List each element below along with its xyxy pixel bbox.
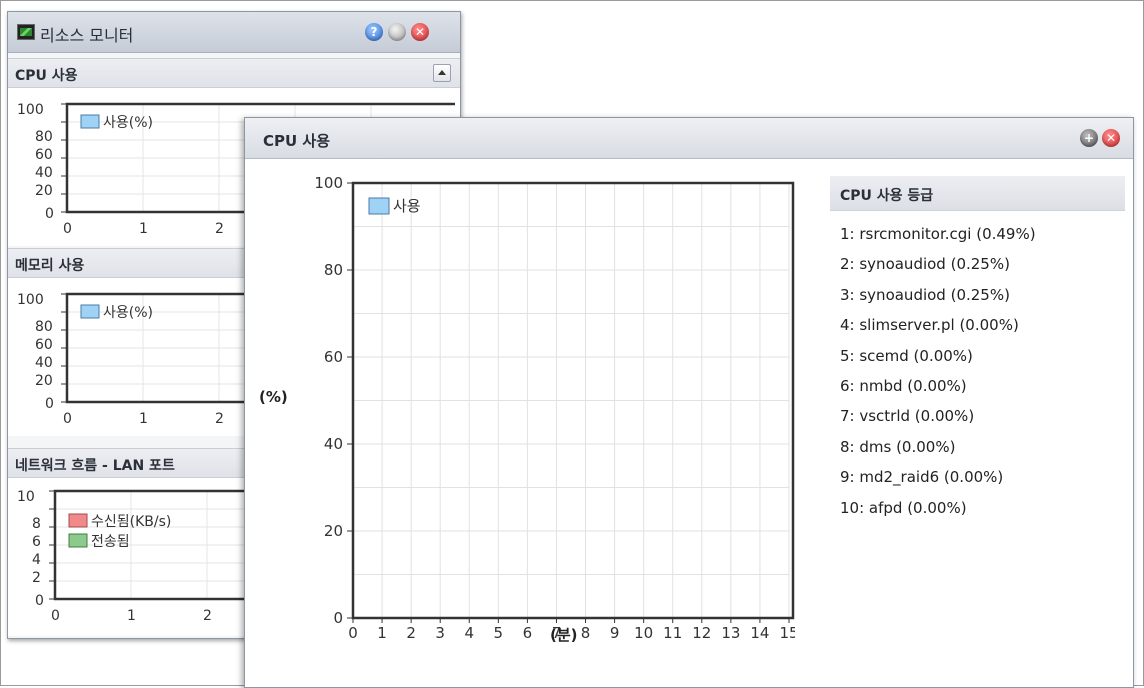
x-tick-label: 14 <box>750 624 769 638</box>
list-item: 4: slimserver.pl (0.00%) <box>840 316 1019 335</box>
x-tick-label: 15 <box>779 624 795 638</box>
memory-section-title: 메모리 사용 <box>15 258 85 274</box>
x-tick-label: 8 <box>581 624 591 638</box>
y-tick: 4 <box>32 552 41 568</box>
legend-label-usage: 사용(%) <box>103 115 153 131</box>
cpu-usage-chart: 100 80 60 40 20 0 0 1 2 3 4 5 6 7 8 9 10 11 12 13 14 15 사용 <box>314 168 798 642</box>
x-tick-label: 1 <box>377 624 387 638</box>
legend-label-usage: 사용 <box>393 197 421 215</box>
list-item: 8: dms (0.00%) <box>840 437 956 456</box>
x-tick: 2 <box>203 608 212 624</box>
y-axis-label: (%) <box>259 388 288 406</box>
plus-icon[interactable]: + <box>1080 129 1098 147</box>
x-axis-label: (분) <box>550 626 578 644</box>
y-tick: 0 <box>45 396 54 412</box>
close-icon[interactable]: ✕ <box>1102 129 1120 147</box>
legend-swatch-usage <box>80 304 100 319</box>
x-tick-label: 12 <box>692 624 711 638</box>
list-item: 9: md2_raid6 (0.00%) <box>840 468 1004 487</box>
window-title: 리소스 모니터 <box>40 26 134 45</box>
y-tick-label: 40 <box>324 435 343 453</box>
x-tick-label: 0 <box>348 624 358 638</box>
cpu-usage-window: CPU 사용 + ✕ (%) 100 80 60 40 20 0 0 1 2 3 4 5 6 7 8 9 10 1… <box>244 117 1134 688</box>
y-tick: 0 <box>45 206 54 222</box>
cpu-ranking-panel: CPU 사용 등급 1: rsrcmonitor.cgi (0.49%) 2: … <box>830 176 1125 523</box>
legend-label-rx: 수신됨(KB/s) <box>91 514 171 530</box>
x-tick: 2 <box>215 411 224 427</box>
y-tick: 100 <box>17 102 44 118</box>
y-tick: 2 <box>32 570 41 586</box>
x-tick: 1 <box>139 221 148 237</box>
y-tick: 80 <box>35 129 53 145</box>
ranking-list: 1: rsrcmonitor.cgi (0.49%) 2: synoaudiod… <box>830 211 1125 523</box>
x-tick: 0 <box>63 221 72 237</box>
collapse-icon[interactable] <box>433 64 451 82</box>
ranking-header: CPU 사용 등급 <box>830 176 1125 211</box>
y-tick: 6 <box>32 534 41 550</box>
monitor-app-icon <box>17 24 35 40</box>
y-tick: 10 <box>17 489 35 505</box>
y-tick-label: 100 <box>315 174 343 192</box>
x-tick-label: 5 <box>494 624 504 638</box>
cpu-section-title: CPU 사용 <box>15 68 78 84</box>
window-titlebar[interactable]: CPU 사용 + ✕ <box>245 118 1133 159</box>
network-section-title: 네트워크 흐름 - LAN 포트 <box>15 458 175 474</box>
legend-swatch-usage <box>80 114 100 129</box>
x-tick-label: 13 <box>721 624 740 638</box>
y-tick: 0 <box>35 593 44 609</box>
list-item: 10: afpd (0.00%) <box>840 498 967 517</box>
legend-swatch-usage <box>368 197 390 215</box>
y-tick: 60 <box>35 337 53 353</box>
y-tick-label: 80 <box>324 261 343 279</box>
list-item: 6: nmbd (0.00%) <box>840 376 967 395</box>
legend-label-usage: 사용(%) <box>103 305 153 321</box>
list-item: 3: synoaudiod (0.25%) <box>840 285 1010 304</box>
list-item: 5: scemd (0.00%) <box>840 346 973 365</box>
y-tick: 40 <box>35 355 53 371</box>
y-tick: 20 <box>35 373 53 389</box>
list-item: 2: synoaudiod (0.25%) <box>840 255 1010 274</box>
y-tick: 80 <box>35 319 53 335</box>
x-tick-label: 6 <box>523 624 533 638</box>
list-item: 1: rsrcmonitor.cgi (0.49%) <box>840 225 1036 243</box>
cpu-section-header[interactable]: CPU 사용 <box>8 58 460 88</box>
x-tick: 1 <box>139 411 148 427</box>
y-tick: 40 <box>35 165 53 181</box>
y-tick: 20 <box>35 183 53 199</box>
x-tick-label: 9 <box>610 624 620 638</box>
legend-swatch-tx <box>68 533 88 548</box>
window-title: CPU 사용 <box>263 132 331 150</box>
x-tick-label: 10 <box>634 624 653 638</box>
y-tick-label: 20 <box>324 522 343 540</box>
window-titlebar[interactable]: 리소스 모니터 ? ✕ <box>8 12 460 53</box>
x-tick: 1 <box>127 608 136 624</box>
x-tick-label: 4 <box>464 624 474 638</box>
legend-swatch-rx <box>68 513 88 528</box>
minimize-icon[interactable] <box>388 23 406 41</box>
x-tick-label: 2 <box>406 624 416 638</box>
legend-label-tx: 전송됨 <box>91 534 130 550</box>
y-tick: 100 <box>17 292 44 308</box>
x-tick: 0 <box>51 608 60 624</box>
y-tick: 8 <box>32 516 41 532</box>
x-tick: 0 <box>63 411 72 427</box>
y-tick: 60 <box>35 147 53 163</box>
x-tick: 2 <box>215 221 224 237</box>
close-icon[interactable]: ✕ <box>411 23 429 41</box>
y-tick-label: 60 <box>324 348 343 366</box>
help-icon[interactable]: ? <box>365 23 383 41</box>
list-item: 7: vsctrld (0.00%) <box>840 407 975 426</box>
x-tick-label: 3 <box>435 624 445 638</box>
x-tick-label: 11 <box>663 624 682 638</box>
ranking-title: CPU 사용 등급 <box>840 188 934 204</box>
y-tick-label: 0 <box>333 609 343 627</box>
